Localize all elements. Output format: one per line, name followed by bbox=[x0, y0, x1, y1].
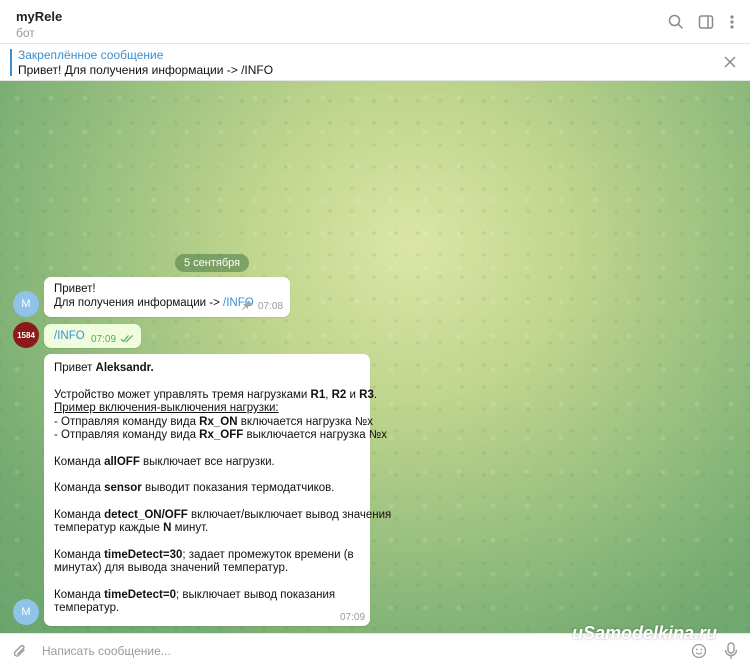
message-text: минутах) для вывода значений температур. bbox=[54, 562, 289, 574]
emoji-icon[interactable] bbox=[691, 643, 707, 662]
outgoing-message-bubble[interactable]: /INFO 07:09 bbox=[44, 324, 141, 348]
close-icon[interactable] bbox=[722, 54, 738, 70]
microphone-icon[interactable] bbox=[724, 642, 738, 663]
pinned-message[interactable]: Закреплённое сообщение Привет! Для получ… bbox=[0, 44, 750, 81]
chat-title[interactable]: myRele bbox=[16, 9, 62, 24]
message-time: 07:09 bbox=[340, 612, 366, 623]
message-text: Устройство может управлять тремя нагрузк… bbox=[54, 388, 378, 401]
watermark: uSamodelkina.ru bbox=[572, 623, 718, 643]
bot-avatar[interactable]: M bbox=[13, 291, 39, 317]
message-text: Команда timeDetect=0; выключает вывод по… bbox=[54, 588, 336, 601]
message-text: Пример включения-выключения нагрузки: bbox=[54, 402, 279, 414]
message-text: температур каждые N минут. bbox=[54, 522, 209, 534]
message-bubble[interactable]: Привет! Для получения информации -> /INF… bbox=[44, 277, 290, 317]
message-text: Для получения информации -> /INFO bbox=[54, 297, 254, 309]
message-text: - Отправляя команду вида Rx_OFF выключае… bbox=[54, 429, 387, 441]
message-text: температур. bbox=[54, 602, 120, 614]
avatar-letter: M bbox=[21, 298, 31, 310]
message-text: - Отправляя команду вида Rx_ON включаетс… bbox=[54, 415, 373, 428]
message-text: Команда allOFF выключает все нагрузки. bbox=[54, 455, 275, 468]
message-time: 07:08 bbox=[258, 301, 284, 312]
pin-icon bbox=[242, 299, 253, 315]
message-text: Привет Aleksandr. bbox=[54, 362, 154, 374]
more-vertical-icon[interactable] bbox=[722, 12, 742, 32]
message-bubble[interactable]: Привет Aleksandr. Устройство может управ… bbox=[44, 354, 392, 626]
message-input[interactable]: Написать сообщение... bbox=[42, 644, 171, 658]
message-text: Команда detect_ON/OFF включает/выключает… bbox=[54, 508, 392, 521]
user-avatar[interactable]: 1584 bbox=[13, 322, 39, 348]
search-icon[interactable] bbox=[666, 12, 686, 32]
chat-subtitle: бот bbox=[16, 26, 35, 40]
pinned-text: Привет! Для получения информации -> /INF… bbox=[18, 63, 274, 77]
message-time: 07:09 bbox=[91, 334, 117, 345]
chat-area[interactable]: 5 сентября M Привет! Для получения инфор… bbox=[0, 81, 750, 633]
message-text: Команда sensor выводит показания термода… bbox=[54, 482, 335, 494]
message-text: Привет! bbox=[54, 283, 96, 295]
sidebar-toggle-icon[interactable] bbox=[696, 12, 716, 32]
pinned-accent-bar bbox=[10, 49, 12, 76]
bot-avatar[interactable]: M bbox=[13, 599, 39, 625]
chat-header: myRele бот bbox=[0, 0, 750, 44]
attach-icon[interactable] bbox=[12, 643, 28, 663]
message-text: Команда timeDetect=30; задает промежуток… bbox=[54, 548, 354, 561]
avatar-text: 1584 bbox=[17, 330, 35, 340]
double-check-icon bbox=[120, 333, 134, 348]
date-separator: 5 сентября bbox=[175, 254, 250, 272]
message-text[interactable]: /INFO bbox=[54, 329, 85, 344]
pinned-title: Закреплённое сообщение bbox=[18, 48, 164, 62]
avatar-letter: M bbox=[21, 606, 31, 618]
